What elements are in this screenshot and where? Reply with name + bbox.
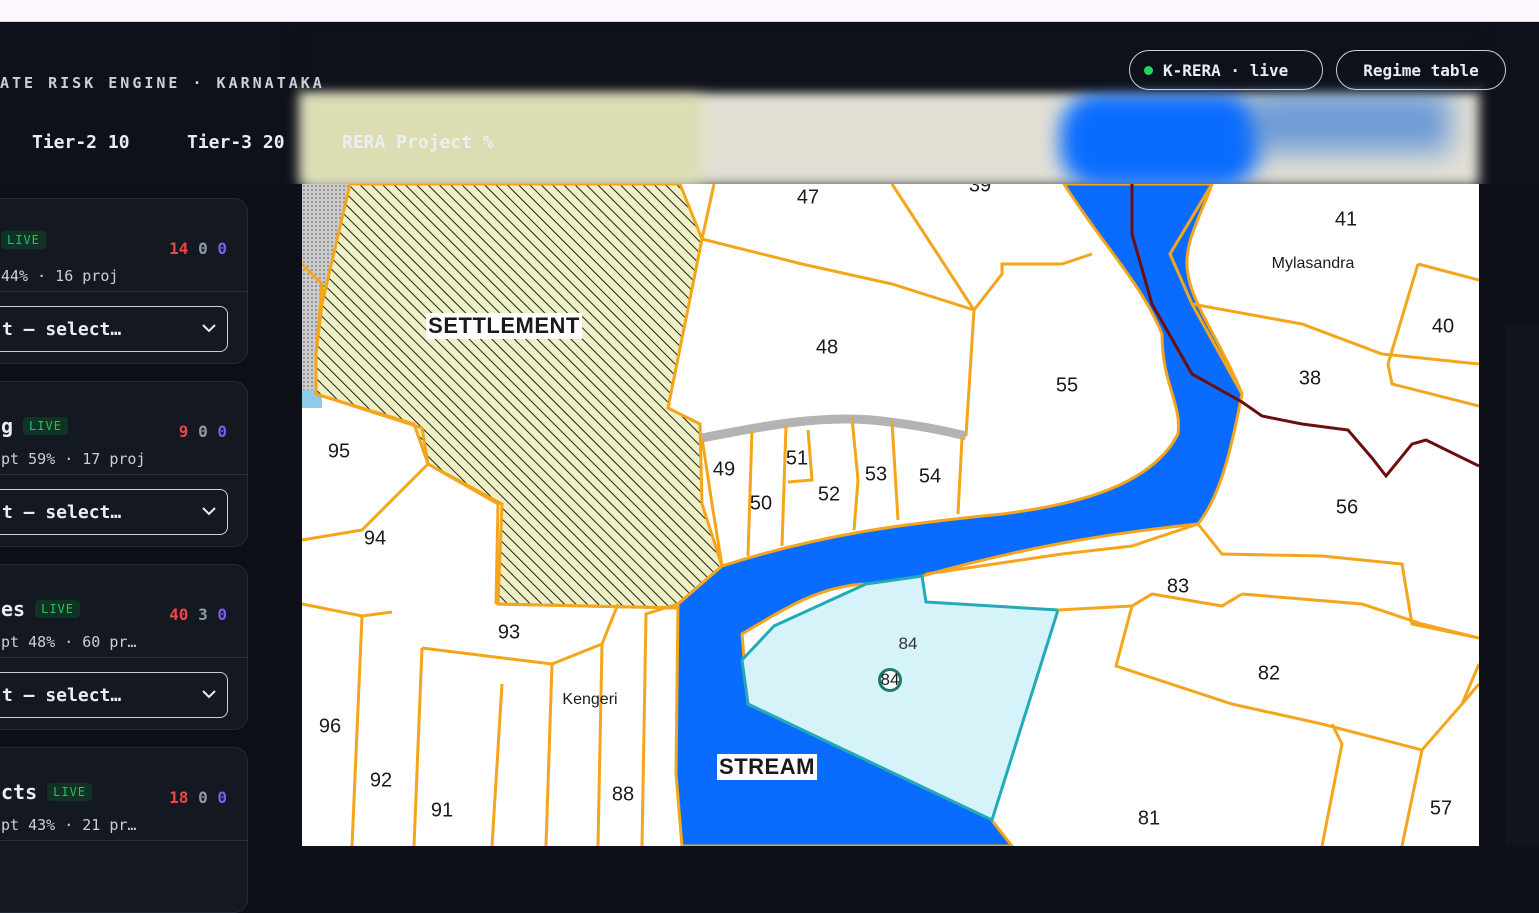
count-low: 0: [217, 239, 227, 258]
survey-number: 83: [1166, 575, 1190, 598]
count-low: 0: [217, 422, 227, 441]
tab-rera-project[interactable]: RERA Project %: [342, 132, 494, 153]
settlement-label: SETTLEMENT: [426, 313, 582, 339]
survey-number: 51: [785, 447, 809, 470]
count-medium: 0: [198, 422, 208, 441]
live-badge: LIVE: [1, 231, 46, 249]
survey-number: 96: [318, 715, 342, 738]
survey-number: 88: [611, 783, 635, 806]
count-high: 40: [169, 605, 189, 624]
count-medium: 0: [198, 239, 208, 258]
district-meta: pt 43% · 21 pr…: [1, 816, 137, 834]
risk-counts: 9 0 0: [179, 422, 227, 441]
count-medium: 3: [198, 605, 208, 624]
road: [701, 414, 968, 443]
project-select[interactable]: t — select…: [0, 489, 228, 535]
survey-number: 48: [815, 336, 839, 359]
survey-number: 53: [864, 463, 888, 486]
survey-number: 95: [327, 440, 351, 463]
risk-counts: 14 0 0: [169, 239, 227, 258]
district-name: cts: [1, 780, 38, 804]
plot-marker[interactable]: 84: [878, 668, 902, 692]
count-low: 0: [217, 605, 227, 624]
live-dot-icon: [1144, 65, 1153, 75]
live-badge: LIVE: [47, 783, 93, 801]
plot-84-label: 84: [898, 634, 918, 653]
district-meta: pt 48% · 60 pr…: [1, 633, 137, 651]
survey-number: 94: [363, 527, 387, 550]
risk-counts: 40 3 0: [169, 605, 227, 624]
survey-number: 49: [712, 458, 736, 481]
project-select[interactable]: t — select…: [0, 306, 228, 352]
survey-number: 82: [1257, 662, 1281, 685]
district-meta: 44% · 16 proj: [1, 267, 119, 285]
map-canvas: [302, 184, 1479, 846]
district-card[interactable]: g LIVE pt 59% · 17 proj 9 0 0 t — select…: [0, 381, 248, 547]
live-badge: LIVE: [23, 417, 68, 435]
cadastral-map[interactable]: SETTLEMENT STREAM Mylasandra Kengeri 84 …: [302, 184, 1479, 846]
survey-number: 38: [1298, 367, 1322, 390]
district-card[interactable]: es LIVE pt 48% · 60 pr… 40 3 0 t — select…: [0, 564, 248, 730]
count-medium: 0: [198, 788, 208, 807]
browser-top-strip: [0, 0, 1539, 22]
district-meta: pt 59% · 17 proj: [1, 450, 146, 468]
regime-table-button[interactable]: Regime table: [1336, 50, 1506, 90]
survey-number: 54: [918, 465, 942, 488]
place-kengeri: Kengeri: [562, 691, 618, 708]
survey-number: 40: [1431, 315, 1455, 338]
brand-title: ATE RISK ENGINE · KARNATAKA: [0, 74, 325, 92]
select-value: t — select…: [2, 501, 122, 523]
count-high: 9: [178, 422, 189, 441]
count-low: 0: [217, 788, 227, 807]
district-card[interactable]: LIVE 44% · 16 proj 14 0 0 t — select…: [0, 198, 248, 364]
district-name: g: [1, 414, 14, 438]
district-name: es: [1, 597, 26, 621]
chevron-down-icon: [202, 507, 216, 516]
survey-number: 56: [1335, 496, 1359, 519]
live-pill-label: K-RERA · live: [1163, 60, 1289, 80]
place-mylasandra: Mylasandra: [1271, 255, 1355, 272]
district-card[interactable]: cts LIVE pt 43% · 21 pr… 18 0 0: [0, 747, 248, 913]
tab-tier-3[interactable]: Tier-3 20: [187, 132, 285, 153]
live-badge: LIVE: [35, 600, 80, 618]
survey-number: 91: [430, 799, 454, 822]
survey-number: 81: [1137, 807, 1161, 830]
chevron-down-icon: [202, 690, 216, 699]
stream-label: STREAM: [717, 754, 817, 780]
risk-counts: 18 0 0: [169, 788, 227, 807]
header-blurred-map: [0, 22, 1539, 184]
select-value: t — select…: [2, 684, 122, 706]
k-rera-live-pill[interactable]: K-RERA · live: [1129, 50, 1323, 90]
count-high: 18: [169, 788, 189, 807]
survey-number: 93: [497, 621, 521, 644]
survey-number: 50: [749, 492, 773, 515]
project-select[interactable]: t — select…: [0, 672, 228, 718]
survey-number: 55: [1055, 374, 1079, 397]
survey-number: 92: [369, 769, 393, 792]
tab-tier-2[interactable]: Tier-2 10: [32, 132, 130, 153]
district-sidebar: LIVE 44% · 16 proj 14 0 0 t — select… gL…: [0, 184, 276, 913]
survey-number: 39: [968, 184, 992, 197]
survey-number: 41: [1334, 208, 1358, 231]
count-high: 14: [169, 239, 189, 258]
survey-number: 47: [796, 186, 820, 209]
right-gutter: [1479, 184, 1539, 846]
survey-number: 52: [817, 483, 841, 506]
survey-number: 57: [1429, 797, 1453, 820]
select-value: t — select…: [2, 318, 122, 340]
chevron-down-icon: [202, 324, 216, 333]
